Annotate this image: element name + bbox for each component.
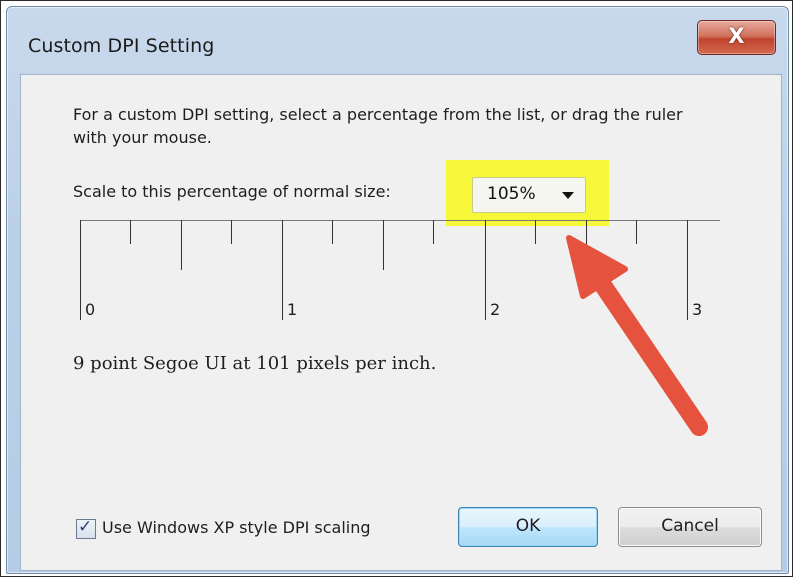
close-button[interactable]: X bbox=[697, 20, 776, 55]
checkmark-icon: ✓ bbox=[78, 517, 93, 537]
dialog-window: Custom DPI Setting X For a custom DPI se… bbox=[6, 6, 789, 574]
xp-dpi-scaling-checkbox[interactable]: ✓ bbox=[76, 517, 96, 539]
close-icon: X bbox=[728, 24, 745, 48]
xp-dpi-scaling-label: Use Windows XP style DPI scaling bbox=[102, 518, 371, 537]
red-arrow-annotation bbox=[566, 235, 708, 436]
cancel-button[interactable]: Cancel bbox=[618, 507, 762, 547]
dialog-client-area: For a custom DPI setting, select a perce… bbox=[20, 74, 782, 571]
screenshot-frame: Custom DPI Setting X For a custom DPI se… bbox=[0, 0, 793, 577]
ok-button[interactable]: OK bbox=[458, 507, 598, 547]
window-title: Custom DPI Setting bbox=[28, 35, 215, 57]
